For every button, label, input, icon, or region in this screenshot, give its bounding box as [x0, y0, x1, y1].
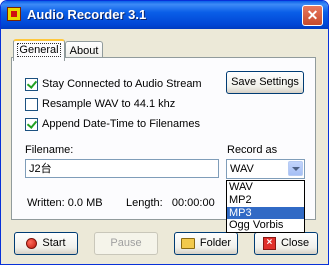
- save-settings-label: Save Settings: [231, 76, 299, 88]
- stay-connected-checkbox[interactable]: [25, 77, 38, 91]
- window-title: Audio Recorder 3.1: [27, 7, 147, 22]
- pause-label: Pause: [110, 237, 142, 249]
- close-label: Close: [280, 237, 310, 249]
- save-settings-button[interactable]: Save Settings: [226, 71, 304, 94]
- title-bar[interactable]: Audio Recorder 3.1 ✕: [1, 1, 328, 29]
- append-datetime-option[interactable]: Append Date-Time to Filenames: [25, 117, 200, 131]
- title-close-button[interactable]: ✕: [302, 5, 323, 26]
- resample-option[interactable]: Resample WAV to 44.1 khz: [25, 97, 175, 111]
- append-datetime-checkbox[interactable]: [25, 117, 38, 131]
- chevron-down-icon[interactable]: [288, 161, 303, 176]
- stay-connected-label: Stay Connected to Audio Stream: [42, 78, 202, 90]
- filename-value: J2台: [29, 163, 52, 175]
- resample-label: Resample WAV to 44.1 khz: [42, 98, 176, 110]
- filename-label: Filename:: [25, 144, 74, 156]
- stay-connected-option[interactable]: Stay Connected to Audio Stream: [25, 77, 202, 91]
- format-option-mp3[interactable]: MP3: [227, 206, 304, 220]
- folder-button[interactable]: Folder: [174, 232, 238, 255]
- start-button[interactable]: Start: [14, 232, 78, 255]
- record-as-select[interactable]: WAV: [226, 159, 305, 179]
- record-as-label: Record as: [227, 144, 278, 156]
- length-status: Length: 00:00:00: [126, 197, 215, 209]
- folder-icon: [180, 237, 195, 249]
- format-option-ogg-vorbis[interactable]: Ogg Vorbis: [227, 219, 304, 232]
- close-button[interactable]: × Close: [254, 232, 318, 255]
- app-window: Audio Recorder 3.1 ✕ General About Stay …: [0, 0, 329, 265]
- resample-checkbox[interactable]: [25, 97, 38, 111]
- written-status: Written: 0.0 MB: [27, 197, 103, 209]
- format-option-wav[interactable]: WAV: [227, 181, 304, 194]
- record-as-dropdown-list[interactable]: WAV MP2 MP3 Ogg Vorbis: [226, 180, 305, 233]
- start-label: Start: [42, 237, 66, 249]
- format-option-mp2[interactable]: MP2: [227, 194, 304, 207]
- folder-label: Folder: [199, 237, 232, 249]
- filename-input[interactable]: J2台: [25, 159, 219, 178]
- append-datetime-label: Append Date-Time to Filenames: [42, 118, 200, 130]
- record-as-selected: WAV: [230, 163, 254, 175]
- record-icon: [26, 237, 38, 249]
- pause-button[interactable]: Pause: [94, 232, 158, 255]
- app-icon[interactable]: [7, 7, 21, 21]
- tab-general-label: General: [17, 43, 61, 57]
- tab-about-label: About: [69, 45, 99, 57]
- close-icon: ×: [262, 236, 276, 250]
- tab-general[interactable]: General: [13, 39, 65, 61]
